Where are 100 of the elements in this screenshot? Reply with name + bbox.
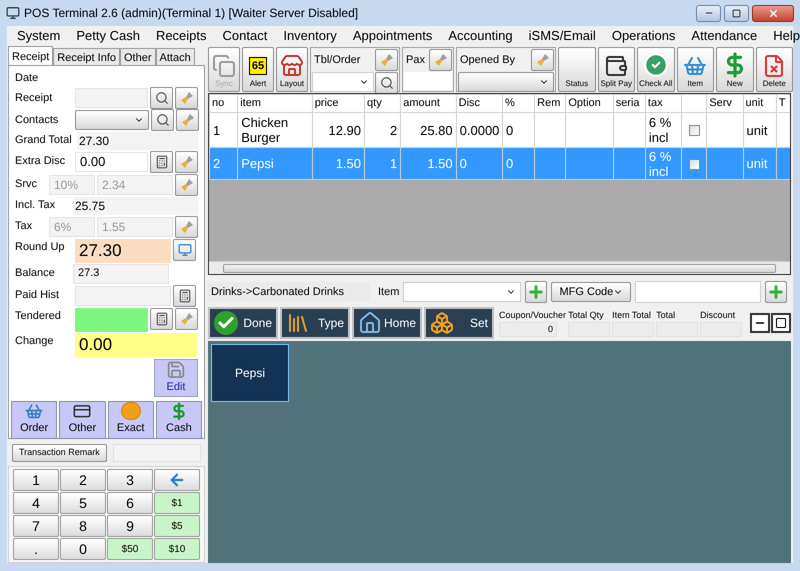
keypad-key[interactable]: 4 (13, 492, 59, 514)
field-label: Extra Disc (15, 154, 66, 170)
table-cell: 1.50 (427, 156, 453, 171)
table-cell: 2 (213, 156, 220, 171)
incl-tax-value: 25.75 (73, 196, 198, 214)
table-cell: 12.90 (328, 122, 362, 138)
field-label: Srvc (15, 177, 38, 192)
table-cell: 1.50 (336, 156, 362, 171)
menu-item[interactable]: Petty Cash (76, 26, 140, 46)
payment-button[interactable]: Order (11, 400, 58, 438)
toolbar-button[interactable]: Item (676, 47, 714, 92)
keypad-key[interactable]: $1 (154, 492, 200, 514)
table-cell: 25.80 (420, 122, 453, 138)
payment-button[interactable]: Exact (108, 400, 154, 438)
table-cell: Chicken Burger (241, 115, 288, 145)
menu-item[interactable]: Inventory (283, 26, 337, 46)
menu-item[interactable]: Help (773, 26, 800, 46)
table-cell: unit (746, 156, 768, 171)
field-label: Grand Total (15, 133, 73, 148)
table-cell: 6 % incl (648, 115, 672, 145)
menu-item[interactable]: Contact (222, 26, 268, 46)
toolbar-button[interactable]: Status (558, 47, 596, 92)
keypad-key[interactable]: $5 (154, 515, 200, 537)
keypad-key[interactable]: $50 (107, 538, 153, 560)
tab[interactable]: Receipt Info (53, 48, 120, 65)
keypad-key[interactable]: $10 (154, 538, 200, 560)
field-label: Incl. Tax (15, 198, 56, 214)
toolbar-button[interactable]: Check All (637, 47, 674, 92)
table-row[interactable]: 1 Chicken Burger 12.90 2 25.80 0.0000 0 6 % incl unit (210, 112, 790, 148)
keypad-key[interactable]: 8 (60, 515, 106, 537)
total-label: Item Total (612, 308, 652, 322)
window-title: POS Terminal 2.6 (admin)(Terminal 1) [Waiter Server Disabled] (24, 5, 360, 22)
toolbar-button[interactable]: New (716, 47, 754, 92)
payment-button[interactable]: Other (59, 400, 106, 438)
keypad-key[interactable]: 7 (13, 515, 59, 537)
menu-item[interactable]: Appointments (352, 26, 432, 46)
field-label: Receipt (15, 90, 54, 106)
grand-total-value: 27.30 (77, 132, 198, 150)
table-cell: Pepsi (241, 156, 274, 171)
action-button[interactable]: Done (208, 307, 278, 339)
field-label: Pax (405, 52, 425, 68)
keypad-key[interactable]: 3 (107, 469, 153, 491)
table-cell: 1 (390, 156, 398, 171)
menu-item[interactable]: Operations (612, 26, 676, 46)
field-label: Item (378, 284, 400, 300)
table-cell: 0 (460, 156, 467, 171)
total-label: Total Qty (568, 308, 605, 322)
total-field: 0 (499, 322, 557, 338)
column-header: no (210, 94, 238, 112)
total-label: Coupon/Voucher (499, 308, 566, 322)
action-button[interactable]: Set (424, 307, 494, 339)
field-label: Paid Hist (15, 288, 60, 304)
toolbar-button[interactable]: 65 Alert (242, 47, 274, 92)
action-button[interactable]: Home (352, 307, 422, 339)
table-cell: 0 (506, 122, 514, 138)
category-path: Drinks->Carbonated Drinks (208, 282, 370, 302)
total-label: Discount (700, 308, 736, 322)
payment-button[interactable]: Cash (156, 400, 202, 438)
tab[interactable]: Attach (156, 48, 195, 65)
table-cell: 2 (390, 122, 398, 138)
toolbar-button[interactable]: Delete (756, 47, 793, 92)
menu-item[interactable]: Receipts (156, 26, 207, 46)
keypad-key[interactable]: 2 (60, 469, 106, 491)
field-label: Date (15, 71, 40, 86)
table-cell: 0.0000 (460, 122, 500, 138)
keypad-key[interactable]: 1 (13, 469, 59, 491)
edit-button[interactable]: Edit (154, 358, 198, 396)
action-button[interactable]: Type (280, 307, 350, 339)
tab[interactable]: Other (120, 48, 156, 65)
code-type-dropdown[interactable]: MFG Code (551, 282, 632, 302)
round-up-field[interactable]: 27.30 (75, 238, 171, 262)
change-field[interactable]: 0.00 (75, 332, 197, 356)
alert-badge: 65 (248, 56, 268, 75)
balance-field[interactable]: 27.3 (73, 264, 169, 284)
menu-item[interactable]: iSMS/Email (528, 26, 596, 46)
field-label: Tax (15, 219, 34, 234)
field-label: Opened By (459, 52, 516, 68)
tab[interactable]: Receipt (8, 46, 54, 65)
field-label: Change (15, 334, 55, 348)
table-cell: 0 (506, 156, 514, 171)
field-label: Balance (15, 266, 56, 282)
menu-item[interactable]: System (17, 26, 60, 46)
field-label: Tbl/Order (313, 52, 360, 68)
field-label: Round Up (15, 240, 66, 254)
transaction-remark-button[interactable]: Transaction Remark (12, 444, 107, 462)
keypad-key[interactable]: 6 (107, 492, 153, 514)
extra-discount-field[interactable]: 0.00 (75, 152, 148, 172)
keypad-key[interactable]: . (13, 538, 59, 560)
total-label: Total (656, 308, 676, 322)
keypad-key[interactable]: 5 (60, 492, 106, 514)
menu-item[interactable]: Attendance (691, 26, 758, 46)
table-cell: 1 (213, 122, 220, 138)
toolbar-button[interactable]: Split Pay (598, 47, 635, 92)
field-label: Tendered (15, 308, 62, 324)
toolbar-button[interactable]: Layout (276, 47, 308, 92)
product-tile[interactable]: Pepsi (211, 344, 289, 402)
keypad-key[interactable]: 0 (60, 538, 106, 560)
keypad-key[interactable]: 9 (107, 515, 153, 537)
menu-item[interactable]: Accounting (448, 26, 513, 46)
field-label: Contacts (15, 112, 60, 128)
